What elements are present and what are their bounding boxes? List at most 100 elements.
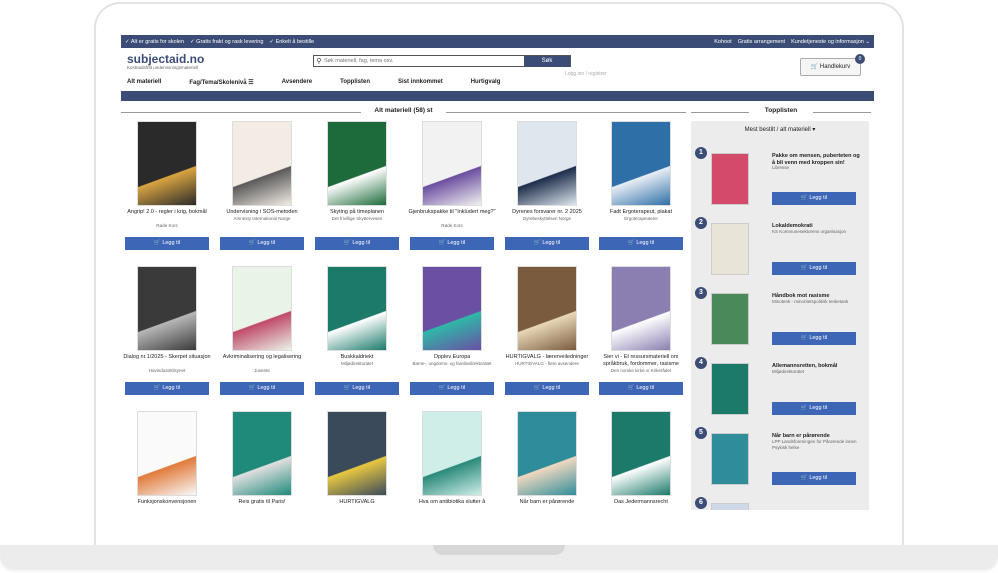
toplist-sidebar: Mest bestilt / alt materiell ▾ 1 Pakke om… (691, 121, 869, 510)
product-title[interactable]: Undervisning i SOS-metoden (216, 209, 308, 216)
product-title[interactable]: Funksjonskonvensjonen (121, 499, 213, 506)
cart-label: Handlekurv (819, 64, 851, 70)
product-cover-image[interactable] (422, 411, 482, 496)
nav-item-fag-tema[interactable]: Fag/Tema/Skolenivå ☰ (189, 79, 253, 86)
product-title[interactable]: Når barn er pårørende (501, 499, 593, 506)
toplist-item[interactable]: 6 (695, 497, 865, 510)
add-label: Legg til (809, 335, 828, 341)
add-to-cart-button[interactable]: 🛒 Legg til (410, 382, 494, 395)
rank-badge: 2 (695, 217, 707, 229)
product-cover-image[interactable] (327, 411, 387, 496)
product-title[interactable]: Sier vi - Et ressursmateriell om språkbr… (595, 354, 687, 367)
product-cover-image[interactable] (327, 266, 387, 351)
product-title[interactable]: Angrip! 2.0 - regler i krig, bokmål (121, 209, 213, 216)
add-to-cart-button[interactable]: 🛒 Legg til (599, 382, 683, 395)
add-to-cart-button[interactable]: 🛒 Legg til (772, 402, 856, 415)
product-cover-image[interactable] (611, 411, 671, 496)
toplist-item[interactable]: 2 Lokaldemokrati KS Kommunesektorens organ… (695, 217, 865, 285)
add-to-cart-button[interactable]: 🛒 Legg til (410, 237, 494, 250)
toplist-cover-image[interactable] (711, 153, 749, 205)
add-to-cart-button[interactable]: 🛒 Legg til (772, 192, 856, 205)
product-title[interactable]: Dialog nr.1/2025 - Skerpet situasjon (121, 354, 213, 361)
search-button[interactable]: Søk (524, 55, 570, 67)
add-to-cart-button[interactable]: 🛒 Legg til (599, 237, 683, 250)
toplist-cover-image[interactable] (711, 293, 749, 345)
section-title: Alt materiell (58) st (121, 107, 686, 117)
product-title[interactable]: Reis gratis til Paris! (216, 499, 308, 506)
add-label: Legg til (257, 240, 276, 246)
product-cover-image[interactable] (611, 121, 671, 206)
nav-item-alt-materiell[interactable]: Alt materiell (127, 79, 161, 86)
add-to-cart-button[interactable]: 🛒 Legg til (772, 472, 856, 485)
cart-button[interactable]: 🛒 Handlekurv 0 (800, 54, 865, 76)
toplist-cover-image[interactable] (711, 433, 749, 485)
login-link[interactable]: Logg inn / registrer (565, 71, 607, 77)
product-title[interactable]: Das Jedermannsrecht (595, 499, 687, 506)
nav-item-sist-innkommet[interactable]: Sist innkommet (398, 79, 443, 86)
product-cover-image[interactable] (517, 411, 577, 496)
product-title[interactable]: Hva om antibiotika slutter å (406, 499, 498, 506)
toplist-cover-image[interactable] (711, 223, 749, 275)
add-label: Legg til (162, 385, 181, 391)
add-to-cart-button[interactable]: 🛒 Legg til (772, 262, 856, 275)
toplist-item[interactable]: 1 Pakke om mensen, puberteten og å bli ve… (695, 147, 865, 215)
product-cover-image[interactable] (137, 121, 197, 206)
add-label: Legg til (542, 385, 561, 391)
add-label: Legg til (257, 385, 276, 391)
top-link-kohoot[interactable]: Kohoot (714, 39, 731, 45)
toplist-item[interactable]: 5 Når barn er pårørende LPP Landsforeninge… (695, 427, 865, 495)
add-label: Legg til (352, 240, 371, 246)
product-cover-image[interactable] (611, 266, 671, 351)
add-label: Legg til (636, 240, 655, 246)
top-link-kundetjeneste[interactable]: Kundetjeneste og informasjon ⌄ (791, 39, 870, 45)
search-input[interactable] (324, 58, 524, 64)
product-cover-image[interactable] (422, 121, 482, 206)
toplist-cover-image[interactable] (711, 363, 749, 415)
nav-item-topplisten[interactable]: Topplisten (340, 79, 370, 86)
website-screen: Alt er gratis for skolen Gratis frakt og… (121, 35, 874, 510)
nav-item-avsendere[interactable]: Avsendere (282, 79, 312, 86)
product-title[interactable]: Fadt Ergoterapeut, plakat (595, 209, 687, 216)
add-to-cart-button[interactable]: 🛒 Legg til (315, 382, 399, 395)
product-title[interactable]: Dyrenes forsvarer nr. 2 2025 (501, 209, 593, 216)
product-title[interactable]: Skyting på timeplanen (311, 209, 403, 216)
product-cover-image[interactable] (137, 266, 197, 351)
product-cover-image[interactable] (422, 266, 482, 351)
toplist-cover-image[interactable] (711, 503, 749, 510)
product-cover-image[interactable] (232, 266, 292, 351)
product-cover-image[interactable] (232, 121, 292, 206)
add-to-cart-button[interactable]: 🛒 Legg til (125, 382, 209, 395)
toplist-item[interactable]: 3 Håndbok mot rasisme Minotenk - minoritet… (695, 287, 865, 355)
site-logo[interactable]: subjectaid.no Kostnadsfritt undervisning… (127, 52, 204, 70)
product-title[interactable]: Opplev Europa (406, 354, 498, 361)
product-publisher: Juvente (254, 368, 270, 373)
top-link-arrangement[interactable]: Gratis arrangement (738, 39, 785, 45)
product-title[interactable]: HURTIGVALG (311, 499, 403, 506)
add-to-cart-button[interactable]: 🛒 Legg til (505, 382, 589, 395)
add-label: Legg til (162, 240, 181, 246)
product-title[interactable]: Avkriminalisering og legalisering (216, 354, 308, 361)
product-title[interactable]: Buskkaldriekt (311, 354, 403, 361)
add-to-cart-button[interactable]: 🛒 Legg til (220, 382, 304, 395)
nav-item-hurtigvalg[interactable]: Hurtigvalg (471, 79, 501, 86)
product-cover-image[interactable] (517, 266, 577, 351)
product-title[interactable]: HURTIGVALG - lærerveiledninger (501, 354, 593, 361)
toplist-publisher: Libresse (772, 165, 790, 170)
add-to-cart-button[interactable]: 🛒 Legg til (772, 332, 856, 345)
product-cover-image[interactable] (327, 121, 387, 206)
toplist-sort-dropdown[interactable]: Mest bestilt / alt materiell ▾ (691, 126, 869, 133)
product-cover-image[interactable] (517, 121, 577, 206)
rank-badge: 5 (695, 427, 707, 439)
product-cover-image[interactable] (232, 411, 292, 496)
product-title[interactable]: Gjenbrukspakke til "Inkludert meg?" (406, 209, 498, 216)
add-to-cart-button[interactable]: 🛒 Legg til (315, 237, 399, 250)
add-to-cart-button[interactable]: 🛒 Legg til (125, 237, 209, 250)
toplist-item[interactable]: 4 Allemannsretten, bokmål Miljødirektorate… (695, 357, 865, 425)
logo-name: subjectaid.no (127, 52, 205, 66)
add-to-cart-button[interactable]: 🛒 Legg til (505, 237, 589, 250)
add-to-cart-button[interactable]: 🛒 Legg til (220, 237, 304, 250)
rank-badge: 4 (695, 357, 707, 369)
product-cover-image[interactable] (137, 411, 197, 496)
site-header: subjectaid.no Kostnadsfritt undervisning… (121, 48, 874, 78)
laptop-notch (433, 545, 565, 555)
